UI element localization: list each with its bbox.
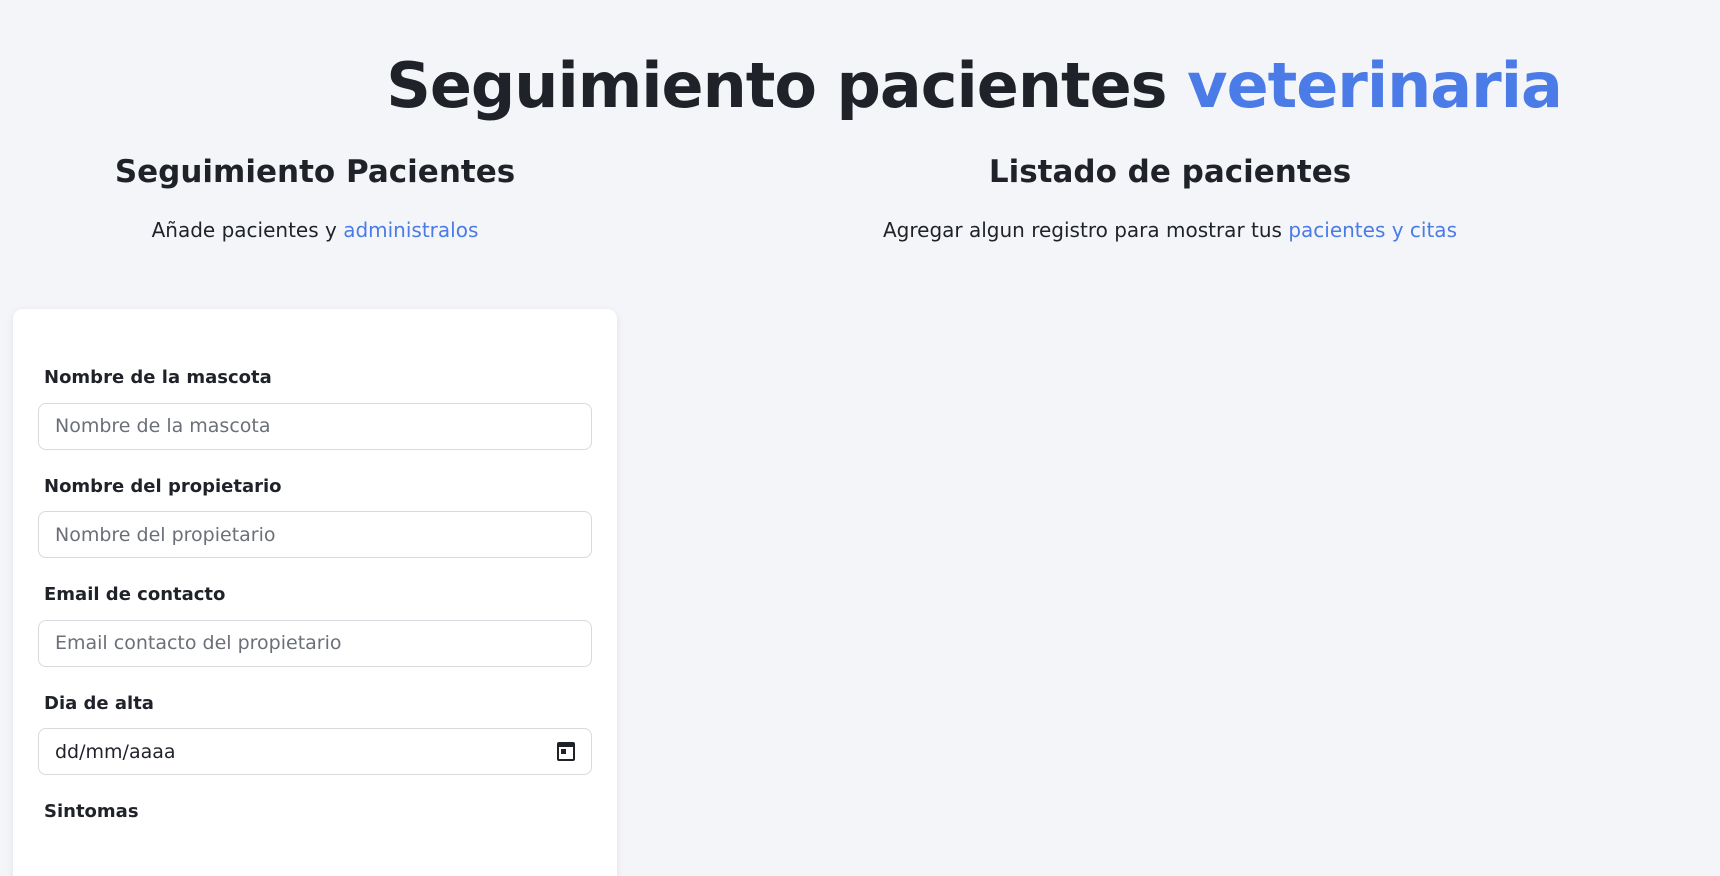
owner-name-placeholder: Nombre del propietario: [55, 523, 276, 546]
patient-list-section: Listado de pacientes Agregar algun regis…: [620, 154, 1720, 243]
form-subtitle-text: Añade pacientes y: [151, 218, 344, 243]
pet-name-input[interactable]: Nombre de la mascota: [38, 402, 592, 450]
pet-name-field-group: Nombre de la mascota Nombre de la mascot…: [38, 367, 592, 450]
form-section-title: Seguimiento Pacientes: [114, 154, 516, 190]
patient-list-subtitle-accent: pacientes y citas: [1288, 218, 1457, 243]
discharge-date-input[interactable]: dd/mm/aaaa: [38, 728, 592, 776]
owner-name-field-group: Nombre del propietario Nombre del propie…: [38, 476, 592, 559]
form-section-header: Seguimiento Pacientes Añade pacientes y …: [13, 154, 617, 243]
calendar-icon[interactable]: [557, 742, 575, 762]
patient-form: Nombre de la mascota Nombre de la mascot…: [13, 309, 617, 876]
discharge-date-field-group: Dia de alta dd/mm/aaaa: [38, 693, 592, 776]
email-field-group: Email de contacto Email contacto del pro…: [38, 584, 592, 667]
form-subtitle-accent: administralos: [343, 218, 479, 243]
owner-name-input[interactable]: Nombre del propietario: [38, 511, 592, 559]
form-section-subtitle: Añade pacientes y administralos: [13, 217, 617, 243]
discharge-date-label: Dia de alta: [44, 692, 154, 714]
patient-list-subtitle-text: Agregar algun registro para mostrar tus: [883, 218, 1289, 243]
owner-name-label: Nombre del propietario: [44, 475, 282, 497]
page: Seguimiento pacientes veterinaria Seguim…: [0, 0, 1720, 876]
page-title-main: Seguimiento pacientes: [386, 49, 1188, 122]
discharge-date-value: dd/mm/aaaa: [55, 740, 176, 763]
symptoms-label: Sintomas: [44, 801, 139, 823]
symptoms-field-group: Sintomas: [38, 801, 592, 823]
email-input[interactable]: Email contacto del propietario: [38, 619, 592, 667]
pet-name-label: Nombre de la mascota: [44, 367, 272, 388]
page-title-accent: veterinaria: [1187, 49, 1563, 122]
email-label: Email de contacto: [44, 584, 226, 606]
pet-name-placeholder: Nombre de la mascota: [55, 415, 271, 438]
page-title: Seguimiento pacientes veterinaria: [0, 50, 1720, 121]
patient-list-title: Listado de pacientes: [988, 154, 1352, 190]
patient-list-subtitle: Agregar algun registro para mostrar tus …: [620, 217, 1720, 243]
email-placeholder: Email contacto del propietario: [55, 632, 342, 655]
